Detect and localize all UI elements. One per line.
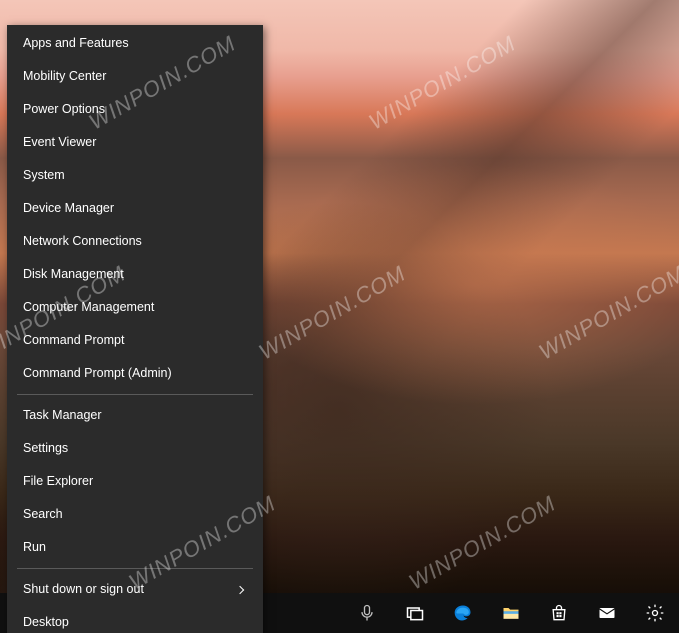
menu-device-manager[interactable]: Device Manager [7, 192, 263, 225]
menu-item-label: Power Options [23, 102, 105, 117]
watermark-text: WINPOIN.COM [365, 30, 521, 135]
menu-item-label: Computer Management [23, 300, 154, 315]
menu-shutdown-signout[interactable]: Shut down or sign out [7, 573, 263, 606]
menu-settings[interactable]: Settings [7, 432, 263, 465]
menu-item-label: Event Viewer [23, 135, 96, 150]
menu-item-label: Disk Management [23, 267, 124, 282]
task-view-icon[interactable] [391, 593, 439, 633]
menu-event-viewer[interactable]: Event Viewer [7, 126, 263, 159]
cortana-mic-icon[interactable] [343, 593, 391, 633]
menu-item-label: Command Prompt (Admin) [23, 366, 172, 381]
watermark-text: WINPOIN.COM [405, 490, 561, 595]
chevron-right-icon [236, 585, 244, 593]
menu-separator [17, 394, 253, 395]
menu-command-prompt-admin[interactable]: Command Prompt (Admin) [7, 357, 263, 390]
winx-context-menu: Apps and Features Mobility Center Power … [7, 25, 263, 633]
settings-gear-icon[interactable] [631, 593, 679, 633]
store-icon[interactable] [535, 593, 583, 633]
menu-command-prompt[interactable]: Command Prompt [7, 324, 263, 357]
menu-item-label: Desktop [23, 615, 69, 630]
menu-item-label: Mobility Center [23, 69, 106, 84]
menu-run[interactable]: Run [7, 531, 263, 564]
menu-item-label: Device Manager [23, 201, 114, 216]
menu-item-label: Network Connections [23, 234, 142, 249]
menu-search[interactable]: Search [7, 498, 263, 531]
menu-task-manager[interactable]: Task Manager [7, 399, 263, 432]
desktop-wallpaper[interactable]: Apps and Features Mobility Center Power … [0, 0, 679, 633]
watermark-text: WINPOIN.COM [535, 260, 679, 365]
menu-disk-management[interactable]: Disk Management [7, 258, 263, 291]
file-explorer-icon[interactable] [487, 593, 535, 633]
mail-icon[interactable] [583, 593, 631, 633]
menu-system[interactable]: System [7, 159, 263, 192]
edge-icon[interactable] [439, 593, 487, 633]
menu-apps-features[interactable]: Apps and Features [7, 27, 263, 60]
menu-mobility-center[interactable]: Mobility Center [7, 60, 263, 93]
menu-file-explorer[interactable]: File Explorer [7, 465, 263, 498]
menu-power-options[interactable]: Power Options [7, 93, 263, 126]
menu-network-connections[interactable]: Network Connections [7, 225, 263, 258]
menu-computer-management[interactable]: Computer Management [7, 291, 263, 324]
menu-item-label: Search [23, 507, 63, 522]
watermark-text: WINPOIN.COM [255, 260, 411, 365]
menu-item-label: File Explorer [23, 474, 93, 489]
menu-item-label: Settings [23, 441, 68, 456]
menu-item-label: System [23, 168, 65, 183]
menu-item-label: Run [23, 540, 46, 555]
menu-item-label: Apps and Features [23, 36, 129, 51]
menu-separator [17, 568, 253, 569]
menu-desktop[interactable]: Desktop [7, 606, 263, 633]
menu-item-label: Task Manager [23, 408, 102, 423]
menu-item-label: Command Prompt [23, 333, 124, 348]
menu-item-label: Shut down or sign out [23, 582, 144, 597]
